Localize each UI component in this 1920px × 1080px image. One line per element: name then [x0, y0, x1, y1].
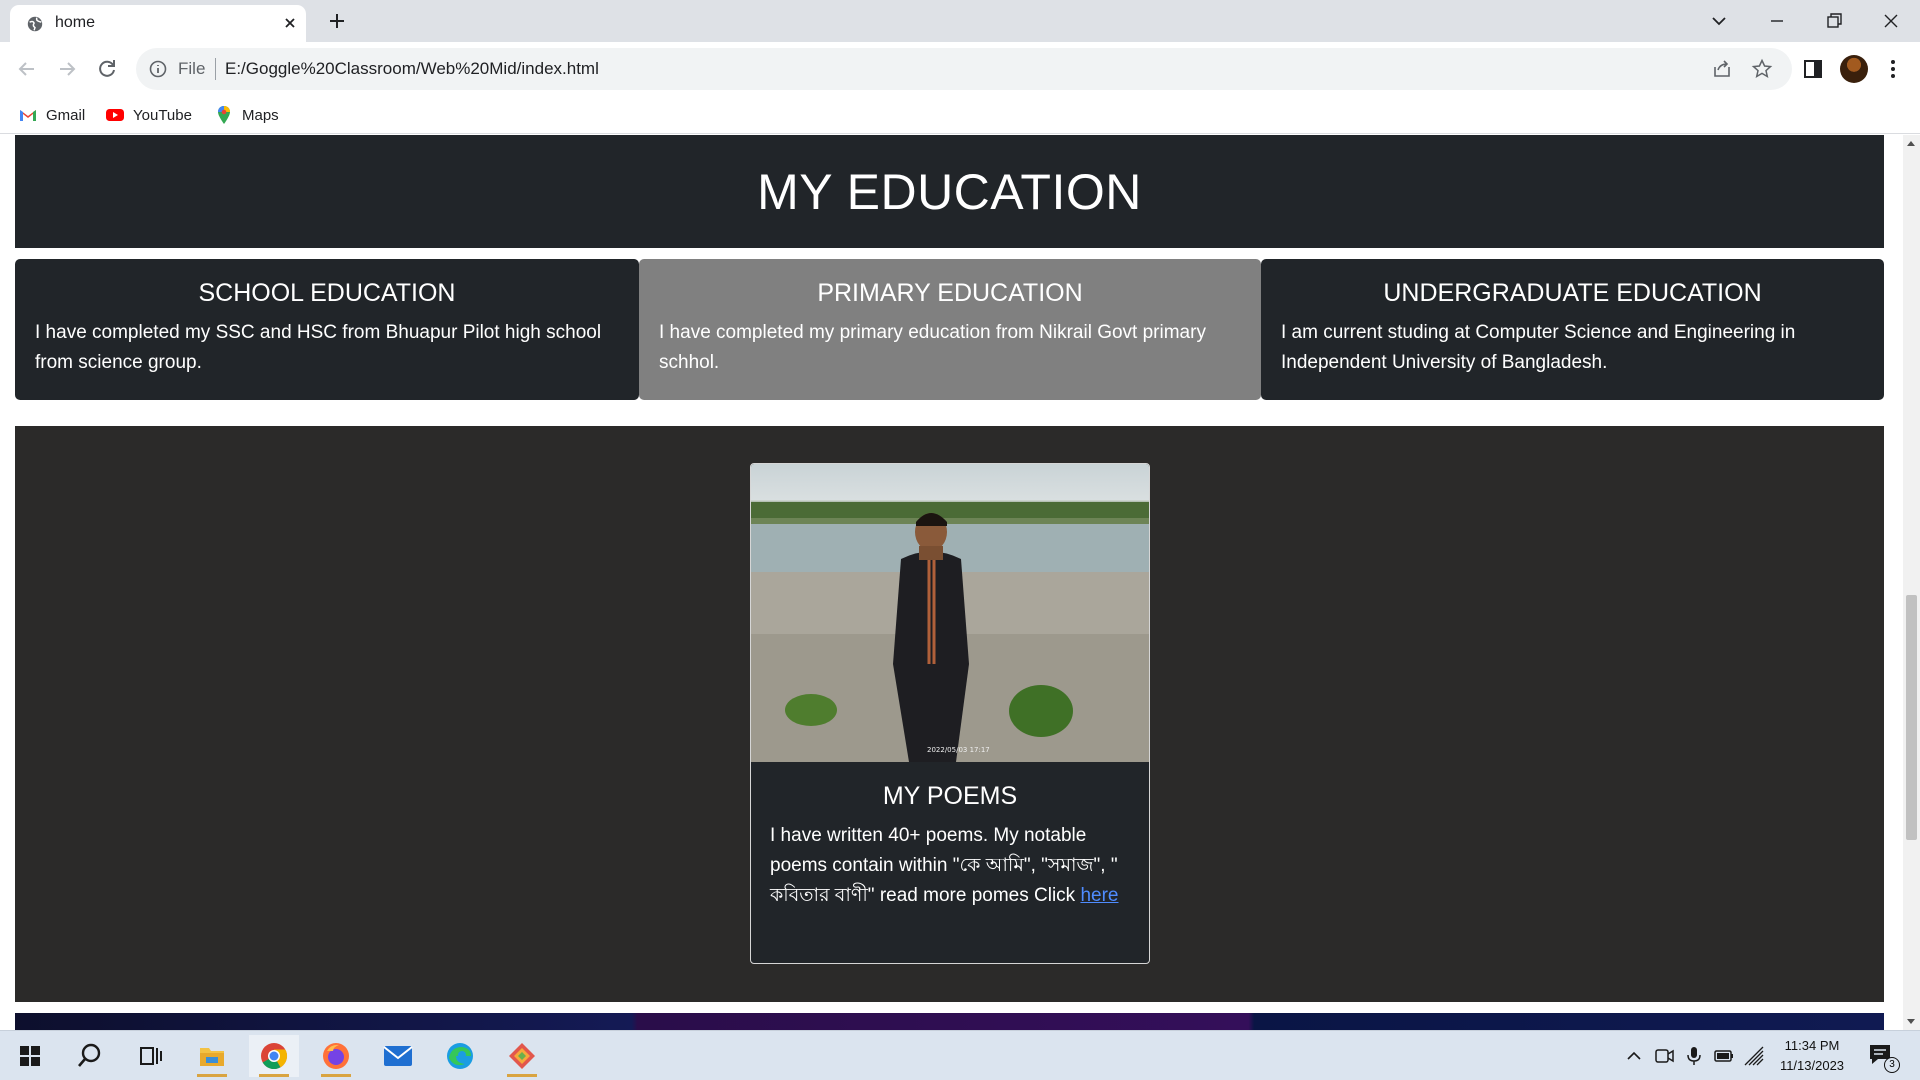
restore-icon[interactable] — [1821, 8, 1847, 34]
education-cards-row: SCHOOL EDUCATION I have completed my SSC… — [15, 259, 1884, 400]
meet-camera-icon[interactable] — [1653, 1045, 1675, 1067]
bookmark-label: YouTube — [133, 106, 192, 124]
mail-icon — [383, 1046, 413, 1066]
microphone-icon[interactable] — [1683, 1045, 1705, 1067]
profile-photo: 2022/05/03 17:17 — [751, 464, 1149, 762]
bookmark-gmail[interactable]: Gmail — [18, 103, 85, 127]
minimize-icon[interactable] — [1764, 8, 1790, 34]
close-tab-icon[interactable] — [280, 13, 300, 33]
next-section-strip — [15, 1013, 1884, 1030]
taskbar-file-explorer[interactable] — [187, 1035, 237, 1077]
youtube-icon — [106, 109, 124, 121]
browser-tab-home[interactable]: home — [10, 5, 306, 42]
primary-education-card: PRIMARY EDUCATION I have completed my pr… — [639, 259, 1261, 400]
browser-toolbar: File E:/Goggle%20Classroom/Web%20Mid/ind… — [0, 42, 1920, 96]
poem-card-text: I have written 40+ poems. My notable poe… — [770, 821, 1130, 911]
windows-taskbar: 11:34 PM 11/13/2023 3 — [0, 1030, 1920, 1080]
back-arrow-icon[interactable] — [14, 56, 40, 82]
edge-icon — [447, 1043, 473, 1069]
bookmark-star-icon[interactable] — [1751, 58, 1773, 80]
share-icon[interactable] — [1711, 58, 1733, 80]
taskbar-mail[interactable] — [373, 1035, 423, 1077]
poem-card-body: MY POEMS I have written 40+ poems. My no… — [751, 762, 1149, 911]
task-view-icon — [140, 1047, 162, 1065]
card-title: SCHOOL EDUCATION — [198, 279, 456, 307]
taskbar-git-app[interactable] — [497, 1035, 547, 1077]
menu-kebab-icon[interactable] — [1880, 56, 1906, 82]
profile-avatar[interactable] — [1840, 55, 1868, 83]
bookmark-label: Gmail — [46, 106, 86, 124]
running-indicator — [321, 1074, 351, 1077]
running-indicator — [259, 1074, 289, 1077]
undergraduate-education-card: UNDERGRADUATE EDUCATION I am current stu… — [1261, 259, 1884, 400]
notification-badge: 3 — [1884, 1057, 1900, 1073]
wifi-icon[interactable] — [1743, 1045, 1765, 1067]
scroll-down-arrow-icon[interactable] — [1907, 1019, 1915, 1024]
bookmarks-bar: Gmail YouTube Maps — [0, 96, 1920, 134]
reload-icon[interactable] — [94, 56, 120, 82]
education-title: MY EDUCATION — [757, 163, 1142, 220]
url-scheme-label: File — [178, 59, 206, 78]
diamond-app-icon — [509, 1043, 535, 1069]
close-window-icon[interactable] — [1878, 8, 1904, 34]
url-text[interactable]: E:/Goggle%20Classroom/Web%20Mid/index.ht… — [225, 59, 599, 79]
card-text: I am current studing at Computer Science… — [1281, 322, 1796, 373]
card-text: I have completed my SSC and HSC from Bhu… — [35, 322, 602, 373]
forward-arrow-icon[interactable] — [54, 56, 80, 82]
chrome-icon — [261, 1043, 288, 1070]
page-viewport: MY EDUCATION SCHOOL EDUCATION I have com… — [0, 135, 1903, 1030]
tab-search-chevron-down-icon[interactable] — [1706, 8, 1732, 34]
running-indicator — [507, 1074, 537, 1077]
folder-icon — [200, 1048, 224, 1066]
running-indicator — [197, 1074, 227, 1077]
bookmark-maps[interactable]: Maps — [214, 103, 279, 127]
card-title: UNDERGRADUATE EDUCATION — [1383, 279, 1762, 307]
school-education-card: SCHOOL EDUCATION I have completed my SSC… — [15, 259, 639, 400]
site-info-icon[interactable] — [148, 59, 168, 79]
bookmark-label: Maps — [242, 106, 279, 124]
side-panel-icon[interactable] — [1800, 56, 1826, 82]
new-tab-icon[interactable] — [325, 9, 349, 33]
taskbar-chrome[interactable] — [249, 1035, 299, 1077]
page-scrollbar[interactable] — [1903, 135, 1920, 1030]
globe-icon — [27, 16, 43, 32]
card-title: PRIMARY EDUCATION — [817, 279, 1083, 307]
start-button[interactable] — [5, 1035, 55, 1077]
bookmark-youtube[interactable]: YouTube — [105, 103, 192, 127]
show-hidden-icons-chevron-up-icon[interactable] — [1623, 1045, 1645, 1067]
card-text: I have completed my primary education fr… — [659, 322, 1206, 373]
taskbar-firefox[interactable] — [311, 1035, 361, 1077]
firefox-icon — [323, 1043, 349, 1069]
poem-card: 2022/05/03 17:17 MY POEMS I have written… — [750, 463, 1150, 964]
here-link[interactable]: here — [1080, 885, 1118, 906]
windows-logo-icon — [20, 1046, 40, 1066]
notification-center-button[interactable]: 3 — [1868, 1043, 1900, 1073]
gmail-icon — [20, 110, 36, 121]
poem-card-title: MY POEMS — [882, 782, 1018, 810]
search-button[interactable] — [65, 1035, 115, 1077]
clock-time: 11:34 PM — [1784, 1038, 1840, 1053]
clock-date: 11/13/2023 — [1779, 1058, 1845, 1073]
browser-tabstrip: home — [0, 0, 1920, 42]
task-view-button[interactable] — [125, 1035, 175, 1077]
scroll-up-arrow-icon[interactable] — [1907, 141, 1915, 146]
poem-description: I have written 40+ poems. My notable poe… — [770, 825, 1118, 906]
search-icon — [78, 1043, 101, 1067]
scrollbar-thumb[interactable] — [1906, 595, 1917, 840]
maps-pin-icon — [218, 106, 230, 124]
taskbar-edge[interactable] — [435, 1035, 485, 1077]
photo-timestamp: 2022/05/03 17:17 — [927, 746, 990, 754]
taskbar-clock[interactable]: 11:34 PM 11/13/2023 — [1772, 1036, 1852, 1076]
url-separator — [215, 58, 216, 80]
photo-illustration — [751, 502, 1149, 762]
poems-section: 2022/05/03 17:17 MY POEMS I have written… — [15, 426, 1884, 1002]
battery-icon[interactable] — [1713, 1045, 1735, 1067]
education-header: MY EDUCATION — [15, 135, 1884, 248]
tab-title: home — [55, 14, 96, 31]
address-bar[interactable]: File E:/Goggle%20Classroom/Web%20Mid/ind… — [136, 48, 1792, 90]
